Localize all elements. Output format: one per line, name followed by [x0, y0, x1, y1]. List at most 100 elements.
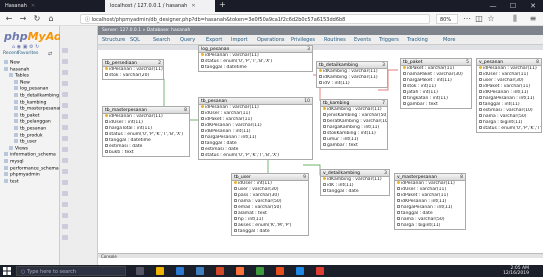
menu-item-operations[interactable]: Operations	[257, 37, 285, 43]
recent-link[interactable]: Recent	[3, 51, 19, 56]
tree-item[interactable]: information_schema	[4, 152, 56, 158]
table-card-detail[interactable]: tb_detailkambing 3 idKambing : varchar(11)…	[316, 61, 388, 88]
designer-tool-icon[interactable]	[62, 125, 68, 130]
forward-icon[interactable]: →	[18, 14, 28, 24]
office-icon[interactable]	[216, 267, 224, 275]
maximize-button[interactable]: ☐	[503, 0, 523, 12]
tree-item[interactable]: New	[14, 79, 30, 85]
designer-tool-icon[interactable]	[62, 92, 68, 97]
designer-tool-icon[interactable]	[62, 169, 68, 174]
quick-icons[interactable]: ⌂ ◉ ▣ ⚙ ↻	[12, 44, 39, 50]
collapse-all-icon[interactable]: ⇄	[48, 51, 52, 57]
menu-item-export[interactable]: Export	[206, 37, 222, 43]
zoom-level[interactable]: 80%	[436, 14, 458, 24]
column-row[interactable]: stok : varchar(20)	[103, 73, 163, 79]
menu-item-structure[interactable]: Structure	[102, 37, 125, 43]
menu-item-privileges[interactable]: Privileges	[291, 37, 315, 43]
tree-item[interactable]: tb_user	[14, 139, 37, 145]
tree-item[interactable]: tb_detailkambing	[14, 93, 59, 99]
minimize-button[interactable]: —	[483, 0, 503, 12]
table-card-user[interactable]: tb_user 9 idUser : int(11) user : varchar(3…	[231, 173, 309, 236]
table-card-header[interactable]: tb_pesanan 10	[199, 98, 312, 105]
tree-item[interactable]: tb_masterpesanan	[14, 106, 62, 112]
app-icon[interactable]	[256, 267, 264, 275]
table-card-master[interactable]: tb_masterpesanan 8 idPesanan : varchar(11)…	[102, 106, 190, 157]
table-card-paket[interactable]: tb_paket 5 idPaket : varchar(11) namaPaket …	[400, 58, 472, 109]
tree-item[interactable]: mysql	[4, 159, 24, 165]
designer-tool-icon[interactable]	[62, 114, 68, 119]
table-card-header[interactable]: tb_kambing 7	[321, 100, 387, 107]
designer-tool-icon[interactable]	[62, 48, 68, 53]
library-icon[interactable]: ⫼	[510, 14, 520, 24]
home-icon[interactable]: ⌂	[46, 14, 56, 24]
vscode-icon[interactable]	[296, 267, 304, 275]
edge-icon[interactable]	[176, 267, 184, 275]
table-card-vmaster[interactable]: v_masterpesanan 8 idPesanan : varchar(11) i…	[394, 173, 466, 230]
tab-hasanah[interactable]: Hasanah ✕	[0, 0, 104, 12]
tree-item[interactable]: Tables	[9, 73, 29, 79]
column-row[interactable]: status : enum('0','P','K','T','B','X')	[199, 153, 312, 159]
table-card-header[interactable]: tb_user 9	[232, 174, 308, 181]
tree-item[interactable]: tb_kambing	[14, 99, 46, 105]
system-clock[interactable]: 2:05 AM 12/16/2019	[503, 266, 529, 276]
tree-item[interactable]: hasanah	[4, 66, 29, 72]
table-card-header[interactable]: tb_paket 5	[401, 59, 471, 66]
column-row[interactable]: harga : bigint(11)	[395, 223, 465, 229]
menu-item-events[interactable]: Events	[354, 37, 371, 43]
table-card-header[interactable]: tb_masterpesanan 8	[103, 107, 189, 114]
task-view-icon[interactable]	[136, 267, 144, 275]
column-row[interactable]: gambar : text	[401, 102, 471, 108]
tree-item[interactable]: performance_schema	[4, 165, 59, 171]
designer-tool-icon[interactable]	[62, 191, 68, 196]
menu-icon[interactable]: ≡	[528, 14, 538, 24]
tree-item[interactable]: Views	[9, 145, 28, 151]
taskbar-search[interactable]: ○ Type here to search	[16, 266, 126, 276]
tree-item[interactable]: log_pesanan	[14, 86, 48, 92]
menu-item-search[interactable]: Search	[153, 37, 170, 43]
reload-icon[interactable]: ↻	[32, 14, 42, 24]
table-card-header[interactable]: v_detailkambing 3	[321, 170, 389, 177]
breadcrumb[interactable]: Server: 127.0.0.1 » Database: hasanah	[98, 26, 543, 35]
table-card-persediaan[interactable]: tb_persediaan 2 idPesanan : varchar(11) sto…	[102, 59, 164, 80]
new-tab-icon[interactable]: +	[217, 0, 229, 12]
tree-item[interactable]: tb_pesanan	[14, 126, 46, 132]
close-tab-icon[interactable]: ✕	[31, 3, 35, 9]
tree-item[interactable]: tb_pelanggan	[14, 119, 51, 125]
designer-tool-icon[interactable]	[62, 180, 68, 185]
table-card-header[interactable]: log_pesanan 3	[199, 46, 312, 53]
menu-item-sql[interactable]: SQL	[130, 37, 140, 43]
table-card-log[interactable]: log_pesanan 3 idPesanan : varchar(11) statu…	[198, 45, 313, 72]
column-row[interactable]: tanggal : date	[321, 189, 389, 195]
designer-tool-icon[interactable]	[62, 81, 68, 86]
firefox-icon[interactable]	[236, 267, 244, 275]
designer-tool-icon[interactable]	[62, 136, 68, 141]
table-card-pesanan[interactable]: tb_pesanan 10 idPesanan : varchar(11) idUse…	[198, 97, 313, 160]
bookmark-star-icon[interactable]: ☆	[486, 14, 496, 24]
menu-item-import[interactable]: Import	[231, 37, 248, 43]
pocket-icon[interactable]: ◫	[474, 14, 484, 24]
store-icon[interactable]	[196, 267, 204, 275]
tree-item[interactable]: test	[4, 178, 19, 184]
column-row[interactable]: bukti : text	[103, 150, 189, 156]
column-row[interactable]: tanggal : date	[232, 229, 308, 235]
table-card-header[interactable]: tb_detailkambing 3	[317, 62, 387, 69]
tree-item[interactable]: phpmyadmin	[4, 172, 40, 178]
designer-tool-icon[interactable]	[62, 147, 68, 152]
tree-item[interactable]: New	[4, 60, 20, 66]
console-bar[interactable]: Console	[98, 253, 543, 259]
table-card-pesanan2[interactable]: v_pesanan 8 idPesanan : varchar(11) idUser …	[476, 58, 542, 133]
menu-item-more[interactable]: More	[443, 37, 455, 43]
table-card-kambing[interactable]: tb_kambing 7 idKambing : varchar(11) jenisK…	[320, 99, 388, 150]
designer-tool-icon[interactable]	[62, 70, 68, 75]
designer-tool-icon[interactable]	[62, 158, 68, 163]
tree-item[interactable]: tb_paket	[14, 112, 39, 118]
more-actions-icon[interactable]: ⋯	[462, 14, 472, 24]
table-card-header[interactable]: tb_persediaan 2	[103, 60, 163, 67]
xampp-icon[interactable]	[276, 267, 284, 275]
menu-item-triggers[interactable]: Triggers	[379, 37, 399, 43]
close-window-button[interactable]: ✕	[523, 0, 543, 12]
back-icon[interactable]: ←	[4, 14, 14, 24]
designer-tool-icon[interactable]	[62, 59, 68, 64]
tab-phpmyadmin[interactable]: localhost / 127.0.0.1 / hasanah ✕	[105, 0, 215, 12]
designer-tool-icon[interactable]	[62, 103, 68, 108]
